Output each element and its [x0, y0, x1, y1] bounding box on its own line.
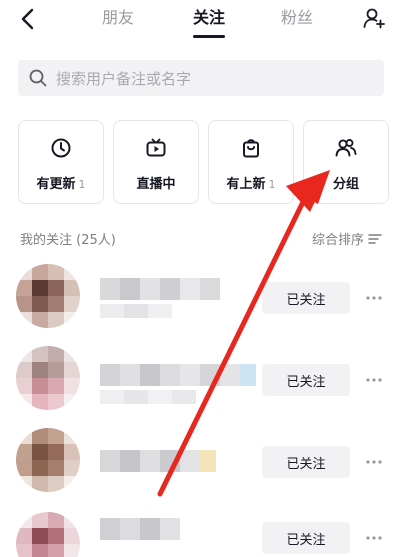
search-placeholder: 搜索用户备注或名字 [56, 69, 192, 88]
followed-button[interactable]: 已关注 [262, 282, 350, 314]
card-label: 直播中 [136, 177, 176, 192]
card-live[interactable]: 直播中 [113, 120, 199, 204]
tv-icon [146, 138, 166, 157]
sort-icon [368, 233, 382, 245]
avatar[interactable] [16, 512, 80, 557]
add-friend-button[interactable] [360, 4, 388, 32]
card-label: 分组 [332, 177, 359, 192]
avatar[interactable] [16, 428, 80, 492]
followed-button[interactable]: 已关注 [262, 446, 350, 478]
search-input[interactable]: 搜索用户备注或名字 [18, 60, 384, 96]
card-badge: 1 [268, 178, 276, 191]
username-blurred [100, 278, 220, 300]
tab-fans[interactable]: 粉丝 [280, 6, 314, 30]
more-options-button[interactable] [364, 288, 384, 308]
list-item[interactable]: 已关注 [0, 424, 400, 504]
sort-button[interactable]: 综合排序 [312, 229, 382, 248]
tab-friends[interactable]: 朋友 [101, 6, 135, 30]
card-label: 有上新 [226, 177, 266, 192]
card-groups[interactable]: 分组 [303, 120, 389, 204]
user-description-blurred [100, 390, 196, 404]
more-options-button[interactable] [364, 528, 384, 548]
clock-icon [51, 138, 71, 158]
list-item[interactable]: 已关注 [0, 500, 400, 557]
card-badge: 1 [78, 178, 86, 191]
more-horizontal-icon [366, 536, 382, 540]
list-item[interactable]: 已关注 [0, 256, 400, 336]
followed-button[interactable]: 已关注 [262, 522, 350, 554]
group-icon [335, 139, 357, 157]
shopping-bag-icon [243, 139, 259, 158]
following-count-title: 我的关注 (25人) [20, 233, 116, 248]
list-item[interactable]: 已关注 [0, 340, 400, 420]
filter-cards: 有更新 1 直播中 有上新 1 分组 [18, 120, 400, 204]
search-icon [28, 68, 48, 88]
add-user-icon [363, 8, 385, 29]
username-blurred [100, 450, 216, 472]
more-horizontal-icon [366, 378, 382, 382]
more-options-button[interactable] [364, 370, 384, 390]
more-horizontal-icon [366, 460, 382, 464]
user-description-blurred [100, 304, 172, 318]
username-blurred [100, 518, 180, 540]
card-updated[interactable]: 有更新 1 [18, 120, 104, 204]
top-navigation-bar: 朋友 关注 粉丝 [0, 0, 400, 40]
card-label: 有更新 [36, 177, 76, 192]
avatar[interactable] [16, 346, 80, 410]
more-options-button[interactable] [364, 452, 384, 472]
card-new-products[interactable]: 有上新 1 [208, 120, 294, 204]
avatar[interactable] [16, 264, 80, 328]
active-tab-indicator [193, 35, 225, 38]
sort-label: 综合排序 [311, 233, 364, 248]
tab-bar: 朋友 关注 粉丝 [0, 0, 400, 40]
more-horizontal-icon [366, 296, 382, 300]
followed-button[interactable]: 已关注 [262, 364, 350, 396]
username-blurred [100, 364, 256, 386]
tab-following[interactable]: 关注 [191, 6, 227, 30]
